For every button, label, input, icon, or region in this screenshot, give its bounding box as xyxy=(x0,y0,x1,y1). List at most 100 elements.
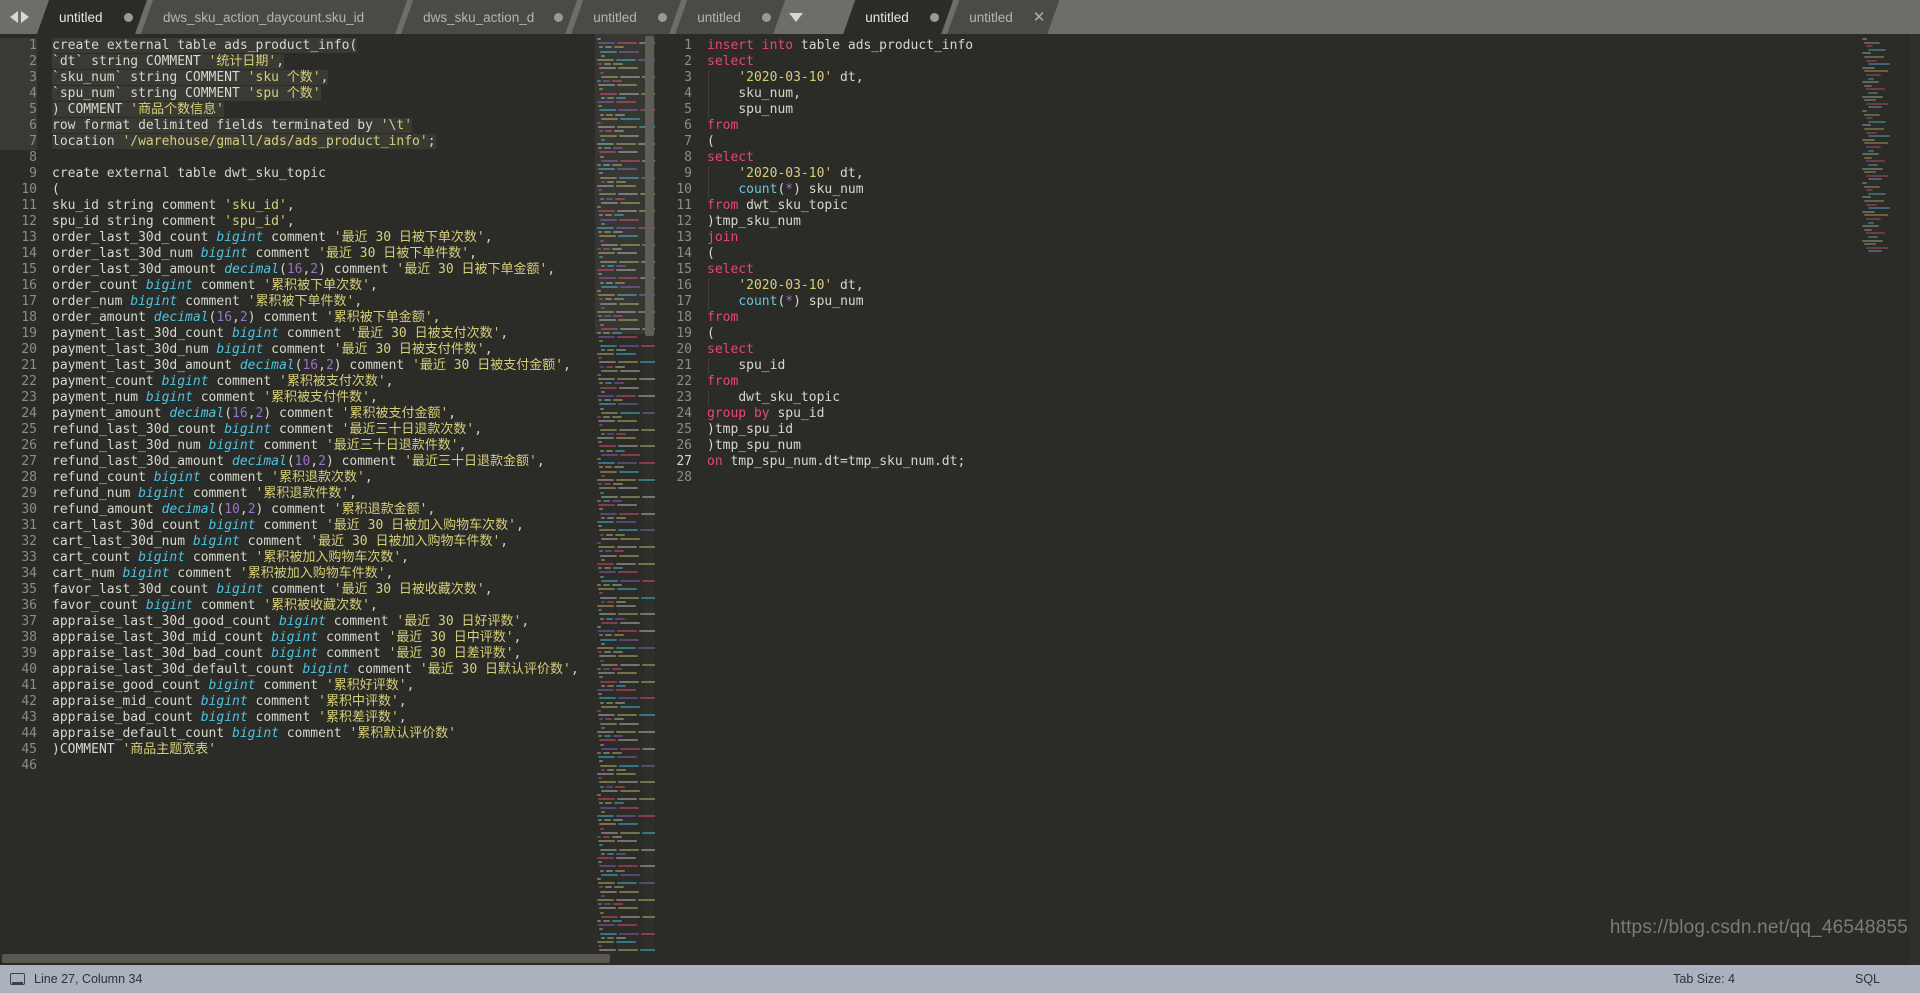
code-line[interactable]: from dwt_sku_topic xyxy=(707,198,1860,214)
tab-modified-dot-icon[interactable] xyxy=(930,13,939,22)
code-line[interactable]: refund_last_30d_amount decimal(10,2) com… xyxy=(52,454,595,470)
code-line[interactable]: from xyxy=(707,118,1860,134)
code-line[interactable]: ( xyxy=(707,326,1860,342)
code-line[interactable] xyxy=(52,758,595,774)
code-line[interactable]: '2020-03-10' dt, xyxy=(707,278,1860,294)
code-line[interactable]: `dt` string COMMENT '统计日期', xyxy=(52,54,595,70)
code-line[interactable]: payment_num bigint comment '累积被支付件数', xyxy=(52,390,595,406)
code-line[interactable] xyxy=(52,150,595,166)
code-line[interactable]: appraise_mid_count bigint comment '累积中评数… xyxy=(52,694,595,710)
code-line[interactable]: ( xyxy=(52,182,595,198)
left-tab-3[interactable]: untitled xyxy=(571,0,681,34)
language-mode-label[interactable]: SQL xyxy=(1855,972,1880,986)
code-line[interactable]: count(*) spu_num xyxy=(707,294,1860,310)
code-line[interactable]: refund_amount decimal(10,2) comment '累积退… xyxy=(52,502,595,518)
right-tab-0[interactable]: untitled xyxy=(843,0,953,34)
minimap-left[interactable] xyxy=(595,34,655,952)
right-tab-1[interactable]: untitled ✕ xyxy=(947,0,1059,34)
code-line[interactable]: payment_amount decimal(16,2) comment '累积… xyxy=(52,406,595,422)
chevron-right-icon[interactable] xyxy=(21,11,29,23)
tab-modified-dot-icon[interactable] xyxy=(554,13,563,22)
code-line[interactable]: payment_last_30d_amount decimal(16,2) co… xyxy=(52,358,595,374)
code-line[interactable]: order_amount decimal(16,2) comment '累积被下… xyxy=(52,310,595,326)
code-line[interactable]: order_last_30d_amount decimal(16, 2) comm… xyxy=(52,262,595,278)
code-line[interactable]: appraise_last_30d_good_count bigint comm… xyxy=(52,614,595,630)
code-line[interactable]: appraise_last_30d_bad_count bigint comme… xyxy=(52,646,595,662)
chevron-down-icon[interactable] xyxy=(789,12,804,22)
code-line[interactable]: )tmp_spu_num xyxy=(707,438,1860,454)
code-line[interactable]: )tmp_spu_id xyxy=(707,422,1860,438)
vertical-scrollbar[interactable] xyxy=(645,34,654,952)
code-line[interactable]: count(*) sku_num xyxy=(707,182,1860,198)
left-tab-4[interactable]: untitled xyxy=(675,0,785,34)
tab-modified-dot-icon[interactable] xyxy=(658,13,667,22)
horizontal-scrollbar-left[interactable] xyxy=(0,952,655,965)
code-line[interactable]: appraise_last_30d_default_count bigint c… xyxy=(52,662,595,678)
code-line[interactable]: join xyxy=(707,230,1860,246)
code-line[interactable]: select xyxy=(707,150,1860,166)
code-line[interactable]: payment_last_30d_count bigint comment '最… xyxy=(52,326,595,342)
code-line[interactable]: select xyxy=(707,262,1860,278)
code-line[interactable]: location '/warehouse/gmall/ads/ads_produ… xyxy=(52,134,595,150)
code-line[interactable]: cart_num bigint comment '累积被加入购物车件数', xyxy=(52,566,595,582)
code-line[interactable]: create external table dwt_sku_topic xyxy=(52,166,595,182)
code-line[interactable]: select xyxy=(707,342,1860,358)
code-line[interactable]: `sku_num` string COMMENT 'sku 个数', xyxy=(52,70,595,86)
code-area-right[interactable]: insert into table ads_product_info select… xyxy=(701,34,1860,965)
chevron-left-icon[interactable] xyxy=(10,11,18,23)
tab-modified-dot-icon[interactable] xyxy=(762,13,771,22)
code-line[interactable]: on tmp_spu_num.dt=tmp_sku_num.dt; xyxy=(707,454,1860,470)
code-line[interactable]: order_count bigint comment '累积被下单次数', xyxy=(52,278,595,294)
tab-nav-arrows-right[interactable] xyxy=(813,0,843,34)
code-area-left[interactable]: create external table ads_product_info(`… xyxy=(46,34,595,952)
code-line[interactable]: spu_id string comment 'spu_id', xyxy=(52,214,595,230)
code-line[interactable]: row format delimited fields terminated b… xyxy=(52,118,595,134)
code-line[interactable]: spu_id xyxy=(707,358,1860,374)
code-line[interactable] xyxy=(707,470,1860,486)
code-line[interactable]: favor_last_30d_count bigint comment '最近 … xyxy=(52,582,595,598)
code-line[interactable]: '2020-03-10' dt, xyxy=(707,166,1860,182)
tab-close-icon[interactable]: ✕ xyxy=(1033,10,1046,25)
code-line[interactable]: cart_last_30d_count bigint comment '最近 3… xyxy=(52,518,595,534)
code-line[interactable]: ( xyxy=(707,134,1860,150)
code-line[interactable]: `spu_num` string COMMENT 'spu 个数' xyxy=(52,86,595,102)
tab-list-dropdown-button[interactable] xyxy=(779,0,813,34)
code-line[interactable]: cart_last_30d_num bigint comment '最近 30 … xyxy=(52,534,595,550)
tab-size-label[interactable]: Tab Size: 4 xyxy=(1673,972,1735,986)
code-line[interactable]: favor_count bigint comment '累积被收藏次数', xyxy=(52,598,595,614)
code-line[interactable]: payment_last_30d_num bigint comment '最近 … xyxy=(52,342,595,358)
code-line[interactable]: appraise_default_count bigint comment '累… xyxy=(52,726,595,742)
code-line[interactable]: select xyxy=(707,54,1860,70)
left-tab-0[interactable]: untitled xyxy=(37,0,147,34)
code-line[interactable]: from xyxy=(707,310,1860,326)
code-line[interactable]: order_num bigint comment '累积被下单件数', xyxy=(52,294,595,310)
code-line[interactable]: appraise_good_count bigint comment '累积好评… xyxy=(52,678,595,694)
code-line[interactable]: )tmp_sku_num xyxy=(707,214,1860,230)
code-line[interactable]: refund_last_30d_num bigint comment '最近三十… xyxy=(52,438,595,454)
code-line[interactable]: '2020-03-10' dt, xyxy=(707,70,1860,86)
code-line[interactable]: spu_num xyxy=(707,102,1860,118)
code-line[interactable]: refund_num bigint comment '累积退款件数', xyxy=(52,486,595,502)
code-line[interactable]: create external table ads_product_info( xyxy=(52,38,595,54)
code-line[interactable]: appraise_last_30d_mid_count bigint comme… xyxy=(52,630,595,646)
code-line[interactable]: sku_num, xyxy=(707,86,1860,102)
left-tab-1[interactable]: dws_sku_action_daycount.sku_id xyxy=(141,0,407,34)
left-tab-2[interactable]: dws_sku_action_d xyxy=(401,0,577,34)
code-line[interactable]: order_last_30d_count bigint comment '最近 … xyxy=(52,230,595,246)
code-line[interactable]: )COMMENT '商品主题宽表' xyxy=(52,742,595,758)
code-line[interactable]: order_last_30d_num bigint comment '最近 30… xyxy=(52,246,595,262)
code-line[interactable]: insert into table ads_product_info xyxy=(707,38,1860,54)
scrollbar-thumb[interactable] xyxy=(645,36,654,336)
code-line[interactable]: sku_id string comment 'sku_id', xyxy=(52,198,595,214)
code-line[interactable]: ( xyxy=(707,246,1860,262)
code-line[interactable]: dwt_sku_topic xyxy=(707,390,1860,406)
tab-modified-dot-icon[interactable] xyxy=(124,13,133,22)
minimap-right[interactable] xyxy=(1860,34,1920,965)
code-line[interactable]: ) COMMENT '商品个数信息' xyxy=(52,102,595,118)
code-line[interactable]: cart_count bigint comment '累积被加入购物车次数', xyxy=(52,550,595,566)
code-line[interactable]: refund_count bigint comment '累积退款次数', xyxy=(52,470,595,486)
cursor-position-label[interactable]: Line 27, Column 34 xyxy=(34,972,142,986)
scrollbar-thumb[interactable] xyxy=(2,954,610,963)
code-line[interactable]: refund_last_30d_count bigint comment '最近… xyxy=(52,422,595,438)
code-line[interactable]: payment_count bigint comment '累积被支付次数', xyxy=(52,374,595,390)
